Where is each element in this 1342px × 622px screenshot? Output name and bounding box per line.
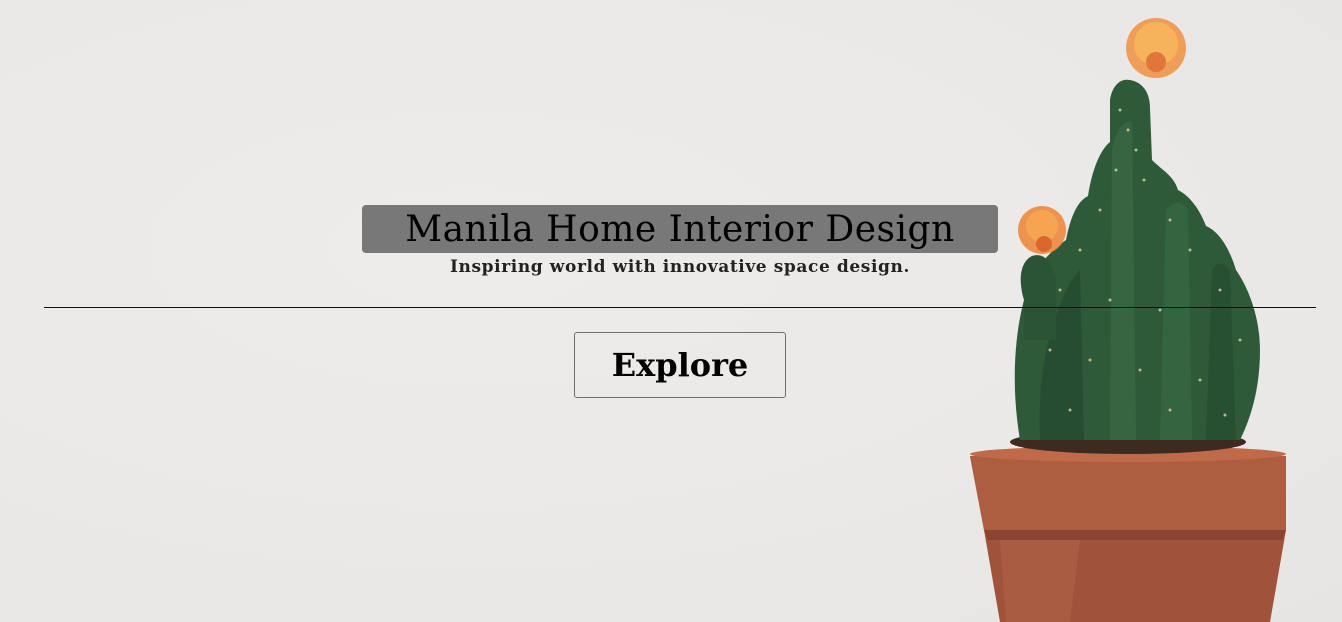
explore-button[interactable]: Explore	[574, 332, 786, 398]
site-tagline: Inspiring world with innovative space de…	[449, 257, 910, 277]
divider-line	[44, 307, 1316, 308]
cactus-pot-image	[970, 18, 1286, 622]
title-banner: Manila Home Interior Design	[362, 205, 998, 253]
site-title: Manila Home Interior Design	[405, 208, 955, 250]
